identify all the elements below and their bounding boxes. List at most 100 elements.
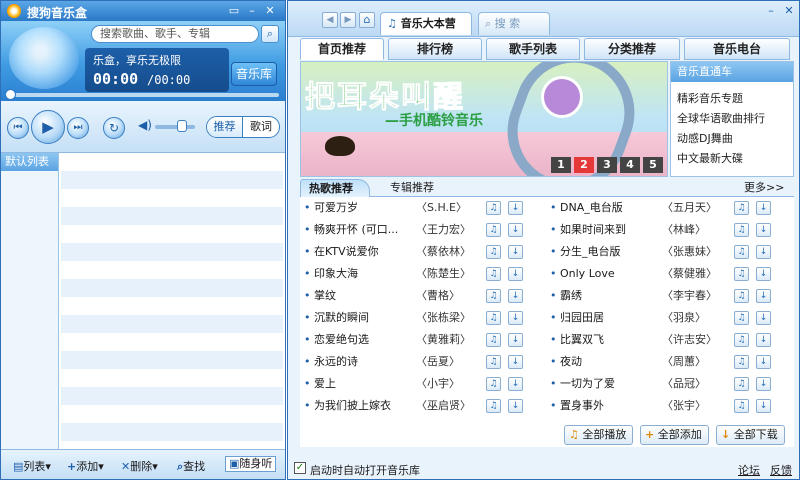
tab-home-recommend[interactable]: 首页推荐 — [300, 38, 384, 60]
close-icon[interactable]: ✕ — [263, 4, 277, 18]
tab-recommend[interactable]: 推荐 — [207, 117, 243, 137]
song-title[interactable]: 一切为了爱 — [560, 373, 660, 395]
download-icon[interactable]: ↓ — [756, 377, 771, 391]
song-row[interactable]: • 为我们披上嫁衣 〈巫启贤〉 ♫ ↓ — [304, 395, 540, 417]
song-title[interactable]: 比翼双飞 — [560, 329, 660, 351]
tab-singers[interactable]: 歌手列表 — [486, 38, 580, 60]
song-title[interactable]: 永远的诗 — [314, 351, 414, 373]
forum-link[interactable]: 论坛 — [738, 462, 760, 478]
song-title[interactable]: 为我们披上嫁衣 — [314, 395, 414, 417]
mini-mode-icon[interactable]: ▭ — [227, 4, 241, 18]
song-title[interactable]: 在KTV说爱你 — [314, 241, 414, 263]
song-row[interactable]: • 在KTV说爱你 〈蔡依林〉 ♫ ↓ — [304, 241, 540, 263]
song-singer[interactable]: 〈张栋梁〉 — [416, 307, 478, 329]
song-title[interactable]: 印象大海 — [314, 263, 414, 285]
song-title[interactable]: 爱上 — [314, 373, 414, 395]
banner-page[interactable]: 5 — [643, 157, 663, 173]
download-icon[interactable]: ↓ — [508, 267, 523, 281]
song-title[interactable]: 归园田居 — [560, 307, 660, 329]
playlist-default-item[interactable]: 默认列表 — [1, 153, 58, 171]
seek-handle[interactable] — [5, 89, 16, 100]
volume-icon[interactable]: ◀) — [138, 118, 152, 132]
tab-music-home[interactable]: ♫ 音乐大本营 — [380, 12, 472, 35]
song-singer[interactable]: 〈林峰〉 — [662, 219, 724, 241]
song-title[interactable]: 置身事外 — [560, 395, 660, 417]
song-row[interactable]: • 可爱万岁 〈S.H.E〉 ♫ ↓ — [304, 197, 540, 219]
banner-page[interactable]: 3 — [597, 157, 617, 173]
song-title[interactable]: 掌纹 — [314, 285, 414, 307]
song-row[interactable]: • 畅爽开怀 (可口... 〈王力宏〉 ♫ ↓ — [304, 219, 540, 241]
song-row[interactable]: • 夜动 〈周蕙〉 ♫ ↓ — [550, 351, 786, 373]
tab-search[interactable]: ⌕ 搜 索 — [478, 12, 550, 35]
song-row[interactable]: • DNA_电台版 〈五月天〉 ♫ ↓ — [550, 197, 786, 219]
song-title[interactable]: 沉默的瞬间 — [314, 307, 414, 329]
song-singer[interactable]: 〈许志安〉 — [662, 329, 724, 351]
seek-bar[interactable] — [7, 93, 279, 97]
song-title[interactable]: Only Love — [560, 263, 660, 285]
download-icon[interactable]: ↓ — [756, 355, 771, 369]
song-singer[interactable]: 〈陈楚生〉 — [416, 263, 478, 285]
autostart-checkbox[interactable]: ✓ — [294, 462, 306, 474]
song-singer[interactable]: 〈黄雅莉〉 — [416, 329, 478, 351]
promo-banner[interactable]: 把耳朵叫醒 —手机酷铃音乐 12345 — [300, 61, 668, 177]
download-icon[interactable]: ↓ — [508, 245, 523, 259]
song-singer[interactable]: 〈品冠〉 — [662, 373, 724, 395]
song-row[interactable]: • 爱上 〈小宇〉 ♫ ↓ — [304, 373, 540, 395]
song-singer[interactable]: 〈蔡依林〉 — [416, 241, 478, 263]
repeat-mode-icon[interactable]: ↻ — [103, 117, 125, 139]
song-row[interactable]: • 置身事外 〈张宇〉 ♫ ↓ — [550, 395, 786, 417]
music-library-button[interactable]: 音乐库 — [231, 62, 277, 86]
tab-radio[interactable]: 音乐电台 — [684, 38, 790, 60]
song-title[interactable]: DNA_电台版 — [560, 197, 660, 219]
previous-track-icon[interactable]: ⏮ — [7, 117, 29, 139]
add-all-button[interactable]: + 全部添加 — [640, 425, 709, 445]
download-icon[interactable]: ↓ — [508, 355, 523, 369]
tab-charts[interactable]: 排行榜 — [388, 38, 482, 60]
song-title[interactable]: 恋爱绝句选 — [314, 329, 414, 351]
delete-menu-button[interactable]: ✕删除▾ — [121, 458, 158, 474]
listen-icon[interactable]: ♫ — [486, 311, 501, 325]
player-title-bar[interactable]: 搜狗音乐盒 ▭ – ✕ — [1, 1, 285, 21]
listen-icon[interactable]: ♫ — [486, 355, 501, 369]
express-link[interactable]: 精彩音乐专题 — [677, 90, 743, 106]
song-row[interactable]: • 沉默的瞬间 〈张栋梁〉 ♫ ↓ — [304, 307, 540, 329]
song-singer[interactable]: 〈巫启贤〉 — [416, 395, 478, 417]
add-menu-button[interactable]: +添加▾ — [67, 458, 104, 474]
song-row[interactable]: • 掌纹 〈曹格〉 ♫ ↓ — [304, 285, 540, 307]
banner-page[interactable]: 4 — [620, 157, 640, 173]
express-link[interactable]: 全球华语歌曲排行 — [677, 110, 765, 126]
tab-categories[interactable]: 分类推荐 — [584, 38, 680, 60]
listen-icon[interactable]: ♫ — [486, 245, 501, 259]
song-singer[interactable]: 〈周蕙〉 — [662, 351, 724, 373]
listen-icon[interactable]: ♫ — [486, 223, 501, 237]
search-icon[interactable]: ⌕ — [261, 25, 279, 43]
listen-icon[interactable]: ♫ — [486, 333, 501, 347]
song-row[interactable]: • 一切为了爱 〈品冠〉 ♫ ↓ — [550, 373, 786, 395]
song-singer[interactable]: 〈羽泉〉 — [662, 307, 724, 329]
song-title[interactable]: 夜动 — [560, 351, 660, 373]
listen-icon[interactable]: ♫ — [734, 223, 749, 237]
feedback-link[interactable]: 反馈 — [770, 462, 792, 478]
express-link[interactable]: 动感DJ舞曲 — [677, 130, 733, 146]
back-arrow-icon[interactable]: ◀ — [322, 12, 338, 28]
banner-page[interactable]: 1 — [551, 157, 571, 173]
song-title[interactable]: 如果时间来到 — [560, 219, 660, 241]
minimize-icon[interactable]: – — [764, 4, 778, 18]
song-singer[interactable]: 〈曹格〉 — [416, 285, 478, 307]
download-icon[interactable]: ↓ — [756, 311, 771, 325]
song-row[interactable]: • 归园田居 〈羽泉〉 ♫ ↓ — [550, 307, 786, 329]
home-icon[interactable]: ⌂ — [359, 12, 375, 28]
listen-icon[interactable]: ♫ — [486, 201, 501, 215]
listen-icon[interactable]: ♫ — [734, 333, 749, 347]
song-row[interactable]: • 比翼双飞 〈许志安〉 ♫ ↓ — [550, 329, 786, 351]
listen-icon[interactable]: ♫ — [486, 267, 501, 281]
download-icon[interactable]: ↓ — [756, 289, 771, 303]
download-icon[interactable]: ↓ — [756, 399, 771, 413]
song-singer[interactable]: 〈王力宏〉 — [416, 219, 478, 241]
download-icon[interactable]: ↓ — [756, 223, 771, 237]
listen-icon[interactable]: ♫ — [734, 289, 749, 303]
listen-icon[interactable]: ♫ — [486, 377, 501, 391]
song-row[interactable]: • 恋爱绝句选 〈黄雅莉〉 ♫ ↓ — [304, 329, 540, 351]
song-singer[interactable]: 〈张宇〉 — [662, 395, 724, 417]
song-title[interactable]: 分生_电台版 — [560, 241, 660, 263]
